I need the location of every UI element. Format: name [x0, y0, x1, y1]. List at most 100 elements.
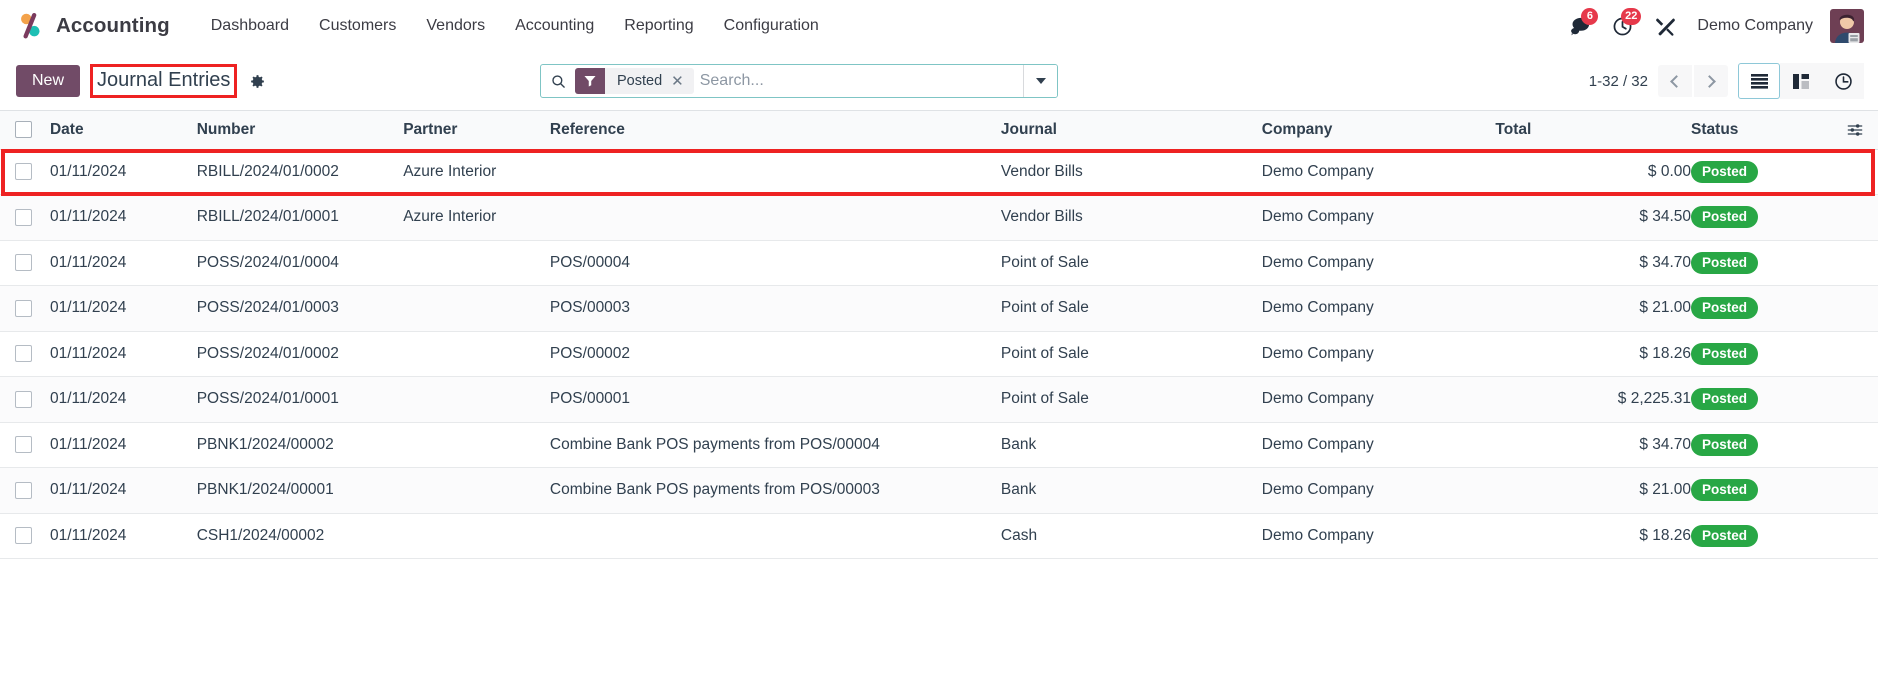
user-avatar-icon	[1830, 9, 1864, 43]
journal-entries-table: Date Number Partner Reference Journal Co…	[0, 111, 1878, 559]
table-row[interactable]: 01/11/2024 POSS/2024/01/0004 POS/00004 P…	[0, 240, 1878, 286]
cell-reference	[549, 149, 1001, 195]
funnel-glyph	[584, 76, 596, 87]
activities-badge: 22	[1621, 8, 1642, 25]
status-badge: Posted	[1691, 479, 1759, 502]
cell-number: RBILL/2024/01/0002	[196, 149, 404, 195]
breadcrumb-journal-entries[interactable]: Journal Entries	[90, 64, 238, 98]
cell-reference	[549, 194, 1001, 241]
gear-glyph	[251, 74, 264, 88]
header-company[interactable]: Company	[1261, 111, 1496, 150]
cell-journal: Point of Sale	[1000, 285, 1262, 332]
company-switcher[interactable]: Demo Company	[1689, 10, 1825, 42]
kanban-view-icon	[1793, 73, 1809, 89]
row-checkbox[interactable]	[15, 299, 32, 317]
pager-previous-button[interactable]	[1658, 65, 1692, 97]
table-row[interactable]: 01/11/2024 POSS/2024/01/0001 POS/00001 P…	[0, 376, 1878, 423]
table-row[interactable]: 01/11/2024 POSS/2024/01/0002 POS/00002 P…	[0, 331, 1878, 377]
menu-item-dashboard[interactable]: Dashboard	[196, 10, 304, 42]
row-select-cell	[0, 422, 50, 468]
table-body: 01/11/2024 RBILL/2024/01/0002 Azure Inte…	[0, 149, 1878, 559]
messages-button[interactable]: 6	[1560, 7, 1599, 45]
header-number[interactable]: Number	[196, 111, 404, 150]
header-total[interactable]: Total	[1495, 111, 1692, 150]
cell-date: 01/11/2024	[49, 513, 197, 559]
row-select-cell	[0, 194, 50, 241]
brand-block[interactable]: Accounting	[16, 11, 170, 41]
avatar[interactable]	[1830, 9, 1864, 43]
odoo-accounting-logo-icon	[21, 12, 40, 39]
gear-icon[interactable]	[246, 70, 268, 92]
systray: 6 22 Demo Company	[1560, 7, 1864, 45]
pager-range[interactable]: 1-32 / 32	[1581, 69, 1656, 94]
menu-item-vendors[interactable]: Vendors	[411, 10, 500, 42]
table-row[interactable]: 01/11/2024 PBNK1/2024/00001 Combine Bank…	[0, 467, 1878, 514]
status-badge: Posted	[1691, 524, 1759, 547]
table-row[interactable]: 01/11/2024 RBILL/2024/01/0002 Azure Inte…	[0, 149, 1878, 195]
cell-status: Posted	[1691, 194, 1833, 241]
cell-date: 01/11/2024	[49, 149, 197, 195]
activities-button[interactable]: 22	[1603, 7, 1642, 45]
row-select-cell	[0, 149, 50, 195]
header-optional-columns[interactable]	[1832, 111, 1878, 150]
cell-number: PBNK1/2024/00001	[196, 467, 404, 514]
messages-badge: 6	[1581, 8, 1599, 25]
select-all-checkbox[interactable]	[15, 121, 32, 139]
close-icon[interactable]: ✕	[671, 68, 694, 94]
view-switcher-activity[interactable]	[1822, 63, 1864, 99]
cell-date: 01/11/2024	[49, 467, 197, 514]
cell-reference	[549, 513, 1001, 559]
header-date[interactable]: Date	[49, 111, 197, 150]
row-checkbox[interactable]	[15, 481, 32, 499]
search-facet-posted[interactable]: Posted ✕	[575, 68, 694, 94]
row-checkbox[interactable]	[15, 254, 32, 272]
cell-reference: POS/00002	[549, 331, 1001, 377]
cell-journal: Point of Sale	[1000, 376, 1262, 423]
cell-partner	[403, 285, 550, 332]
cell-reference: POS/00003	[549, 285, 1001, 332]
header-reference[interactable]: Reference	[549, 111, 1001, 150]
view-switcher-kanban[interactable]	[1780, 63, 1822, 99]
table-row[interactable]: 01/11/2024 CSH1/2024/00002 Cash Demo Com…	[0, 513, 1878, 559]
cell-reference: POS/00001	[549, 376, 1001, 423]
view-switcher-list[interactable]	[1738, 63, 1780, 99]
developer-tools-button[interactable]	[1646, 7, 1684, 45]
row-checkbox[interactable]	[15, 390, 32, 408]
table-row[interactable]: 01/11/2024 POSS/2024/01/0003 POS/00003 P…	[0, 285, 1878, 332]
pager-next-button[interactable]	[1694, 65, 1728, 97]
menu-item-accounting[interactable]: Accounting	[500, 10, 609, 42]
cell-number: POSS/2024/01/0004	[196, 240, 404, 286]
search-input[interactable]	[693, 65, 1023, 97]
cell-status: Posted	[1691, 513, 1833, 559]
menu-item-customers[interactable]: Customers	[304, 10, 411, 42]
row-checkbox[interactable]	[15, 345, 32, 363]
search-dropdown-toggle[interactable]	[1023, 65, 1057, 97]
cell-total: $ 34.50	[1495, 194, 1692, 241]
row-checkbox[interactable]	[15, 436, 32, 454]
new-button[interactable]: New	[16, 65, 81, 97]
table-row[interactable]: 01/11/2024 RBILL/2024/01/0001 Azure Inte…	[0, 194, 1878, 241]
row-checkbox[interactable]	[15, 163, 32, 181]
cell-date: 01/11/2024	[49, 285, 197, 332]
header-status[interactable]: Status	[1691, 111, 1833, 150]
cell-journal: Point of Sale	[1000, 240, 1262, 286]
cell-date: 01/11/2024	[49, 422, 197, 468]
cell-spacer	[1832, 422, 1878, 468]
row-checkbox[interactable]	[15, 208, 32, 226]
menu-item-reporting[interactable]: Reporting	[609, 10, 708, 42]
cell-total: $ 0.00	[1495, 149, 1692, 195]
main-menu: Dashboard Customers Vendors Accounting R…	[196, 10, 834, 42]
cell-total: $ 21.00	[1495, 285, 1692, 332]
cell-partner	[403, 240, 550, 286]
cell-total: $ 34.70	[1495, 422, 1692, 468]
status-badge: Posted	[1691, 342, 1759, 365]
status-badge: Posted	[1691, 433, 1759, 456]
column-options-icon[interactable]	[1832, 122, 1878, 138]
table-row[interactable]: 01/11/2024 PBNK1/2024/00002 Combine Bank…	[0, 422, 1878, 468]
menu-item-configuration[interactable]: Configuration	[709, 10, 834, 42]
chevron-right-icon	[1703, 74, 1716, 88]
header-partner[interactable]: Partner	[403, 111, 550, 150]
header-journal[interactable]: Journal	[1000, 111, 1262, 150]
row-checkbox[interactable]	[15, 527, 32, 545]
chevron-down-icon	[1035, 78, 1046, 84]
